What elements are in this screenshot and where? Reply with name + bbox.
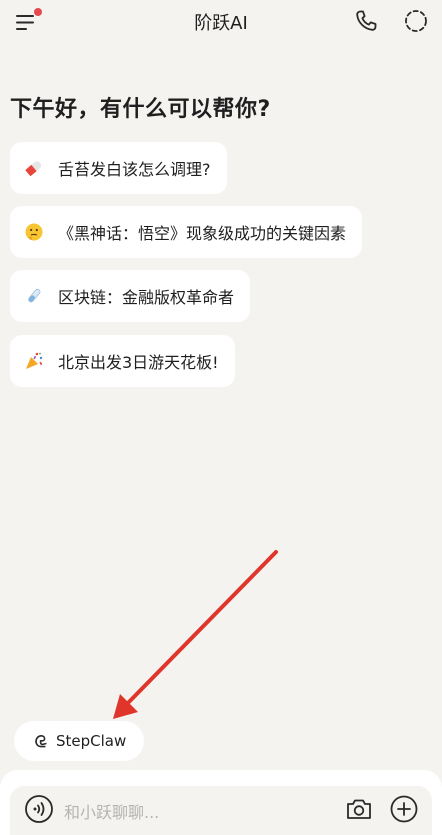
suggestion-chip[interactable]: 《黑神话：悟空》现象级成功的关键因素 xyxy=(10,206,363,258)
confetti-icon xyxy=(24,351,44,371)
voice-wave-icon xyxy=(25,795,53,823)
phone-call-button[interactable] xyxy=(352,7,380,35)
suggestion-label: 舌苔发白该怎么调理? xyxy=(58,160,211,179)
new-chat-button[interactable] xyxy=(402,7,430,35)
test-tube-icon xyxy=(24,286,44,306)
chat-input[interactable]: 和小跃聊聊... xyxy=(10,786,432,835)
voice-button[interactable] xyxy=(24,794,54,824)
suggestion-chip[interactable]: 北京出发3日游天花板! xyxy=(10,335,235,387)
suggestion-chip[interactable]: 区块链：金融版权革命者 xyxy=(10,270,251,322)
suggestion-label: 北京出发3日游天花板! xyxy=(58,353,219,372)
dashed-circle-icon xyxy=(405,10,427,32)
input-panel: 和小跃聊聊... xyxy=(0,770,442,835)
suggestion-label: 《黑神话：悟空》现象级成功的关键因素 xyxy=(58,224,347,243)
claw-icon xyxy=(35,735,47,748)
app-header: 阶跃AI xyxy=(0,0,442,42)
add-button[interactable] xyxy=(389,794,419,824)
thinking-face-icon xyxy=(24,222,44,242)
phone-icon xyxy=(356,10,377,31)
camera-button[interactable] xyxy=(344,795,374,823)
stepclaw-button[interactable]: StepClaw xyxy=(14,721,144,761)
camera-icon xyxy=(347,799,371,819)
plus-circle-icon xyxy=(390,795,418,823)
stepclaw-label: StepClaw xyxy=(56,732,127,750)
suggestion-label: 区块链：金融版权革命者 xyxy=(58,288,235,307)
annotation-arrow xyxy=(113,550,278,719)
input-placeholder: 和小跃聊聊... xyxy=(64,803,160,822)
greeting-heading: 下午好，有什么可以帮你? xyxy=(10,97,271,122)
suggestion-chip[interactable]: 舌苔发白该怎么调理? xyxy=(10,142,227,194)
pill-icon xyxy=(24,158,44,178)
